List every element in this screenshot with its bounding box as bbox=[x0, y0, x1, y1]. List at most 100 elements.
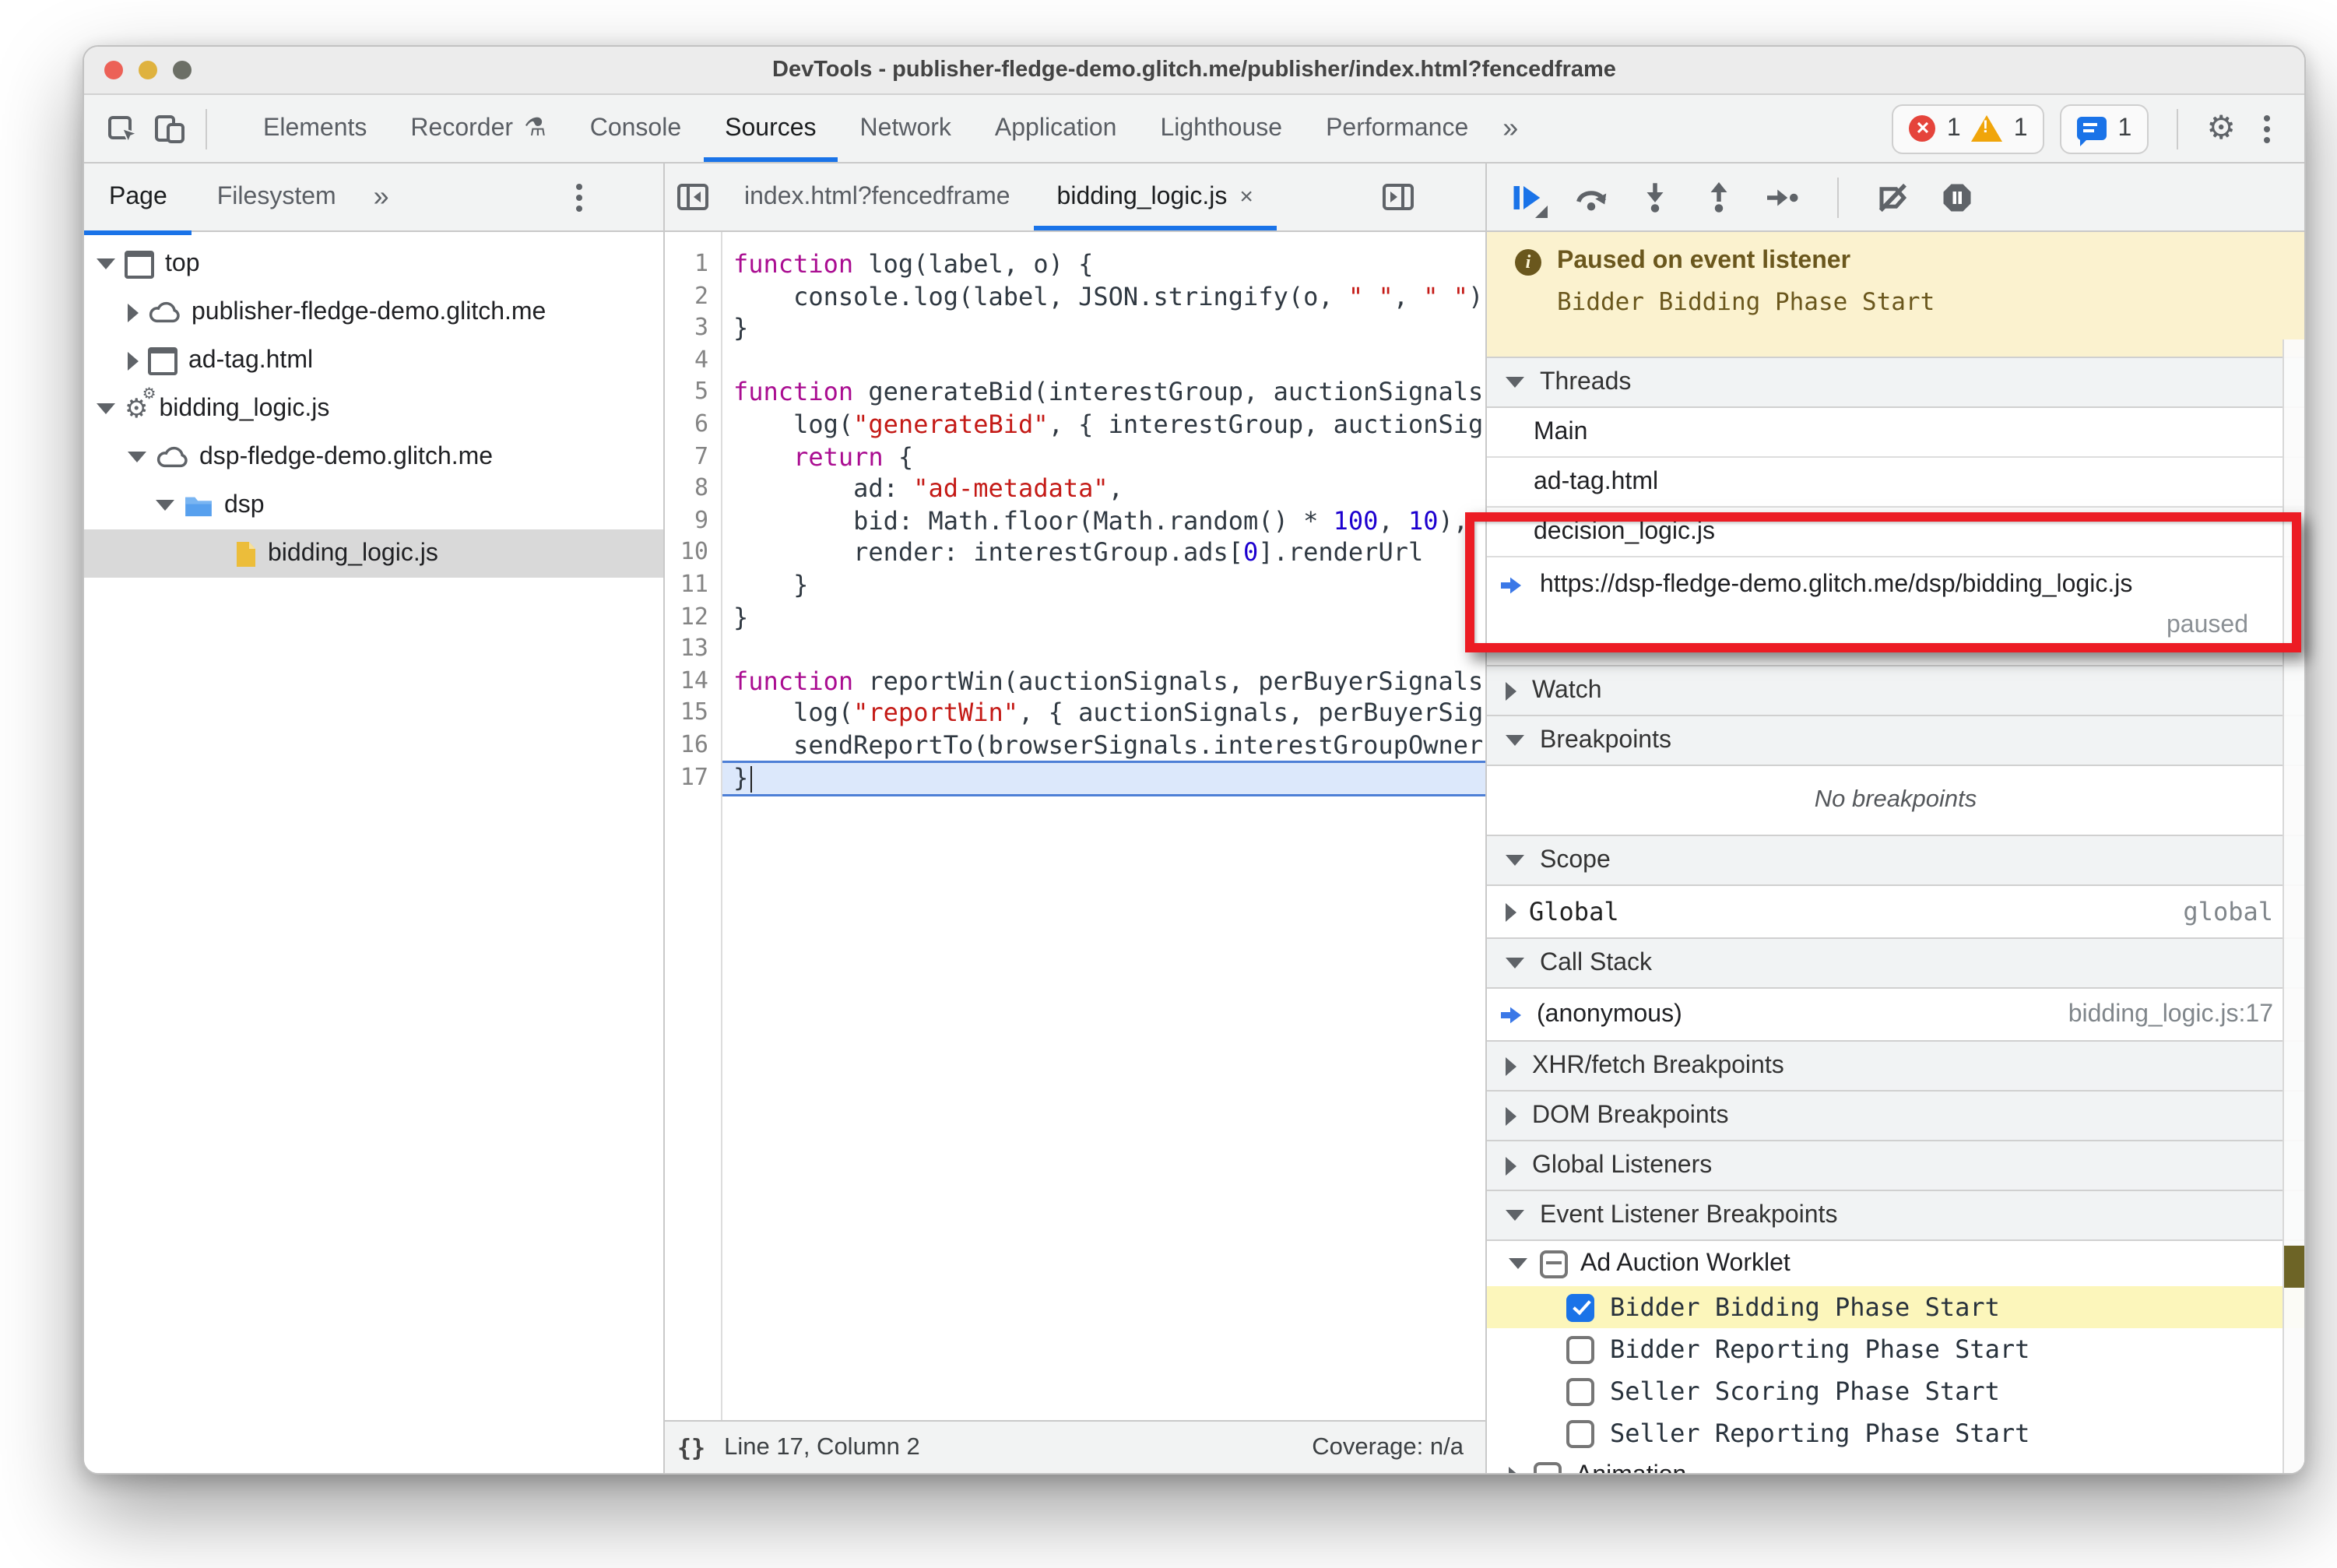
more-panels-icon[interactable]: » bbox=[1490, 112, 1530, 145]
line-number[interactable]: 8 bbox=[665, 473, 721, 505]
scroll-tabs-right-icon[interactable] bbox=[1370, 163, 1426, 230]
call-stack-frame[interactable]: (anonymous) bidding_logic.js:17 bbox=[1487, 989, 2304, 1042]
category-ad-auction-worklet[interactable]: Ad Auction Worklet bbox=[1487, 1241, 2304, 1286]
code-line[interactable]: function reportWin(auctionSignals, perBu… bbox=[722, 666, 1485, 698]
minimize-window-button[interactable] bbox=[139, 61, 157, 79]
line-number[interactable]: 15 bbox=[665, 698, 721, 730]
tab-network[interactable]: Network bbox=[838, 95, 973, 162]
step-over-button[interactable] bbox=[1569, 175, 1613, 219]
code-line[interactable]: function log(label, o) { bbox=[722, 249, 1485, 281]
code-line[interactable]: sendReportTo(browserSignals.interestGrou… bbox=[722, 730, 1485, 762]
code-line[interactable]: } bbox=[722, 313, 1485, 345]
unchecked-checkbox[interactable] bbox=[1566, 1335, 1594, 1363]
code-line[interactable]: log("reportWin", { auctionSignals, perBu… bbox=[722, 698, 1485, 730]
section-dom-breakpoints[interactable]: DOM Breakpoints bbox=[1487, 1090, 2304, 1141]
tree-item-publisher-fledge-demo-glitch-me[interactable]: publisher-fledge-demo.glitch.me bbox=[84, 288, 663, 336]
code-line[interactable]: return { bbox=[722, 441, 1485, 473]
chevron-down-icon[interactable] bbox=[156, 500, 174, 511]
tree-item-ad-tag-html[interactable]: ad-tag.html bbox=[84, 336, 663, 385]
tab-sources[interactable]: Sources bbox=[703, 95, 838, 162]
chevron-right-icon[interactable] bbox=[128, 351, 139, 370]
step-out-button[interactable] bbox=[1697, 175, 1741, 219]
event-breakpoint-seller-reporting-phase-start[interactable]: Seller Reporting Phase Start bbox=[1487, 1412, 2304, 1454]
unchecked-checkbox[interactable] bbox=[1566, 1419, 1594, 1447]
editor-tab-index-html[interactable]: index.html?fencedframe bbox=[721, 163, 1034, 230]
unchecked-checkbox[interactable] bbox=[1566, 1377, 1594, 1405]
event-breakpoint-seller-scoring-phase-start[interactable]: Seller Scoring Phase Start bbox=[1487, 1370, 2304, 1412]
section-scope[interactable]: Scope bbox=[1487, 835, 2304, 886]
navigator-menu-icon[interactable] bbox=[576, 194, 582, 200]
code-line[interactable]: render: interestGroup.ads[0].renderUrl bbox=[722, 538, 1485, 570]
code-line[interactable] bbox=[722, 346, 1485, 378]
event-breakpoint-bidder-reporting-phase-start[interactable]: Bidder Reporting Phase Start bbox=[1487, 1328, 2304, 1370]
thread-row[interactable]: decision_logic.js bbox=[1487, 508, 2304, 557]
close-window-button[interactable] bbox=[104, 61, 123, 79]
line-number[interactable]: 3 bbox=[665, 313, 721, 345]
code-line[interactable]: } bbox=[722, 602, 1485, 634]
scope-global-row[interactable]: Global global bbox=[1487, 886, 2304, 939]
scroll-tabs-left-icon[interactable] bbox=[665, 163, 721, 230]
code-lines[interactable]: function log(label, o) { console.log(lab… bbox=[722, 232, 1485, 1420]
tree-item-top[interactable]: top bbox=[84, 240, 663, 288]
line-number[interactable]: 4 bbox=[665, 346, 721, 378]
thread-row[interactable]: ad-tag.html bbox=[1487, 458, 2304, 508]
code-line[interactable]: ad: "ad-metadata", bbox=[722, 473, 1485, 505]
tab-page[interactable]: Page bbox=[84, 159, 192, 235]
line-number[interactable]: 6 bbox=[665, 410, 721, 441]
section-breakpoints[interactable]: Breakpoints bbox=[1487, 715, 2304, 766]
code-line[interactable]: console.log(label, JSON.stringify(o, " "… bbox=[722, 281, 1485, 313]
tab-elements[interactable]: Elements bbox=[241, 95, 388, 162]
chevron-down-icon[interactable] bbox=[97, 403, 115, 414]
tree-item-dsp-fledge-demo-glitch-me[interactable]: dsp-fledge-demo.glitch.me bbox=[84, 433, 663, 481]
tab-performance[interactable]: Performance bbox=[1304, 95, 1490, 162]
line-number[interactable]: 10 bbox=[665, 538, 721, 570]
chevron-right-icon[interactable] bbox=[128, 303, 139, 322]
line-number[interactable]: 2 bbox=[665, 281, 721, 313]
code-editor[interactable]: 1 2 3 4 5 6 7 8 9 10 11 12 13 14 15 16 17 function log(l… bbox=[665, 232, 1485, 1420]
line-number[interactable]: 14 bbox=[665, 666, 721, 698]
zoom-window-button[interactable] bbox=[173, 61, 192, 79]
chevron-down-icon[interactable] bbox=[128, 452, 146, 462]
unchecked-checkbox[interactable] bbox=[1534, 1461, 1562, 1473]
issues-badge[interactable]: 1 bbox=[2060, 104, 2149, 153]
line-number[interactable]: 17 bbox=[665, 762, 721, 794]
tab-lighthouse[interactable]: Lighthouse bbox=[1138, 95, 1304, 162]
chevron-down-icon[interactable] bbox=[97, 258, 115, 269]
line-number[interactable]: 12 bbox=[665, 602, 721, 634]
code-line[interactable]: log("generateBid", { interestGroup, auct… bbox=[722, 410, 1485, 441]
customize-menu-icon[interactable] bbox=[2264, 125, 2270, 132]
thread-row-current[interactable]: https://dsp-fledge-demo.glitch.me/dsp/bi… bbox=[1487, 557, 2304, 666]
line-number[interactable]: 1 bbox=[665, 249, 721, 281]
section-event-listener-breakpoints[interactable]: Event Listener Breakpoints bbox=[1487, 1190, 2304, 1241]
line-number[interactable]: 9 bbox=[665, 506, 721, 538]
line-number-gutter[interactable]: 1 2 3 4 5 6 7 8 9 10 11 12 13 14 15 16 17 bbox=[665, 232, 722, 1420]
tab-filesystem[interactable]: Filesystem bbox=[192, 159, 361, 235]
tab-application[interactable]: Application bbox=[973, 95, 1139, 162]
section-threads[interactable]: Threads bbox=[1487, 357, 2304, 408]
tab-recorder[interactable]: Recorder ⚗ bbox=[388, 95, 568, 162]
line-number[interactable]: 7 bbox=[665, 441, 721, 473]
section-global-listeners[interactable]: Global Listeners bbox=[1487, 1140, 2304, 1191]
section-call-stack[interactable]: Call Stack bbox=[1487, 937, 2304, 989]
category-animation[interactable]: Animation bbox=[1487, 1454, 2304, 1473]
scrollbar[interactable] bbox=[2283, 339, 2304, 1473]
line-number[interactable]: 5 bbox=[665, 378, 721, 410]
section-watch[interactable]: Watch bbox=[1487, 665, 2304, 716]
tree-item-bidding-logic-js[interactable]: bidding_logic.js bbox=[84, 529, 663, 578]
indeterminate-checkbox[interactable] bbox=[1540, 1250, 1568, 1278]
code-line[interactable]: } bbox=[722, 570, 1485, 602]
resume-script-button[interactable] bbox=[1506, 175, 1549, 219]
tab-console[interactable]: Console bbox=[568, 95, 703, 162]
settings-gear-icon[interactable]: ⚙ bbox=[2206, 112, 2236, 145]
device-toolbar-icon[interactable] bbox=[146, 105, 193, 152]
section-xhr-breakpoints[interactable]: XHR/fetch Breakpoints bbox=[1487, 1040, 2304, 1092]
line-number[interactable]: 11 bbox=[665, 570, 721, 602]
line-number[interactable]: 16 bbox=[665, 730, 721, 762]
code-line[interactable] bbox=[722, 634, 1485, 666]
checked-checkbox[interactable] bbox=[1566, 1293, 1594, 1321]
tree-item-bidding-logic-js[interactable]: ⚙bidding_logic.js bbox=[84, 385, 663, 433]
code-line-current[interactable]: } bbox=[722, 762, 1485, 795]
deactivate-breakpoints-button[interactable] bbox=[1871, 175, 1915, 219]
pretty-print-icon[interactable]: {} bbox=[665, 1433, 724, 1461]
step-button[interactable] bbox=[1761, 175, 1805, 219]
